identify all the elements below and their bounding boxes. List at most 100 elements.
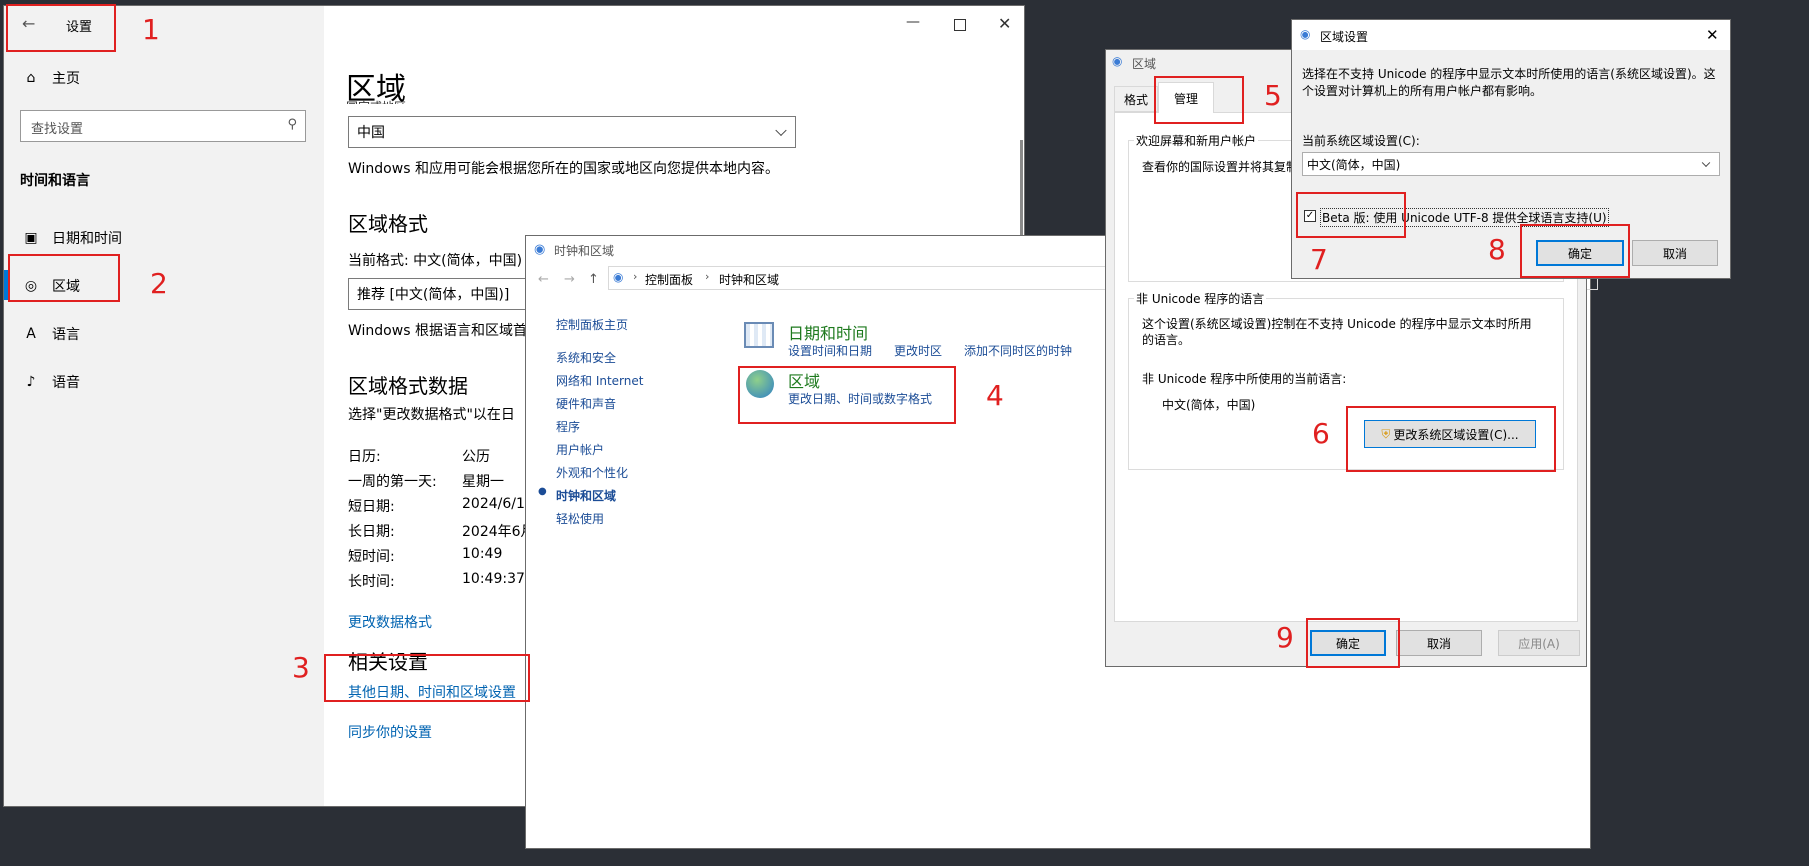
nav-up-icon[interactable]: ↑ xyxy=(588,272,599,287)
calendar-clock-icon: ▣ xyxy=(24,230,38,246)
country-select[interactable]: 中国 xyxy=(348,116,796,148)
unicode-legend: 非 Unicode 程序的语言 xyxy=(1134,290,1267,307)
locale-select-value: 中文(简体，中国) xyxy=(1307,157,1401,172)
annotation-number-5: 5 xyxy=(1264,79,1282,112)
annotation-number-7: 7 xyxy=(1310,243,1328,276)
settings-scrollbar[interactable] xyxy=(1020,140,1023,250)
cp-side-link[interactable]: 轻松使用 xyxy=(556,510,604,527)
format-select-value: 推荐 [中文(简体，中国)] xyxy=(357,287,510,303)
sidebar-item-datetime[interactable]: ▣ 日期和时间 xyxy=(24,228,122,248)
control-panel-icon: ◉ xyxy=(534,242,546,257)
datetime-link-timezone[interactable]: 更改时区 xyxy=(894,342,942,359)
row-calendar-key: 日历: xyxy=(348,449,381,465)
breadcrumb-item[interactable]: 时钟和区域 xyxy=(719,271,779,288)
current-format: 当前格式: 中文(简体，中国) xyxy=(348,253,523,269)
clock-region-title: 时钟和区域 xyxy=(554,244,615,258)
region-cancel-button[interactable]: 取消 xyxy=(1396,630,1482,656)
row-longtime-key: 长时间: xyxy=(348,574,395,590)
region-apply-button[interactable]: 应用(A) xyxy=(1498,630,1580,656)
sidebar-item-label: 语言 xyxy=(52,327,80,343)
language-icon: A xyxy=(26,326,36,342)
chevron-down-icon xyxy=(775,124,787,137)
data-description: 选择"更改数据格式"以在日 xyxy=(348,407,515,423)
annotation-number-4: 4 xyxy=(986,379,1004,412)
address-cp-icon: ◉ xyxy=(613,270,624,284)
tab-format[interactable]: 格式 xyxy=(1114,86,1158,112)
row-longdate-key: 长日期: xyxy=(348,524,395,540)
close-icon[interactable]: ✕ xyxy=(998,14,1011,33)
region-dialog-icon: ◉ xyxy=(1112,54,1123,68)
home-icon: ⌂ xyxy=(26,70,36,86)
sidebar-item-label: 语音 xyxy=(52,375,80,391)
annotation-box-6 xyxy=(1346,406,1556,472)
cp-side-link[interactable]: 网络和 Internet xyxy=(556,372,643,389)
cp-side-link[interactable]: 用户帐户 xyxy=(556,441,604,458)
breadcrumb-sep-icon: › xyxy=(633,270,638,283)
annotation-number-9: 9 xyxy=(1276,621,1294,654)
sidebar-home[interactable]: ⌂ 主页 xyxy=(24,68,80,88)
cp-side-link[interactable]: 系统和安全 xyxy=(556,349,616,366)
format-heading: 区域格式 xyxy=(348,212,428,236)
change-format-link[interactable]: 更改数据格式 xyxy=(348,612,432,632)
region-apply-label: 应用(A) xyxy=(1518,636,1560,651)
annotation-box-9 xyxy=(1306,618,1400,668)
microphone-icon: ♪ xyxy=(26,374,36,390)
sidebar-item-speech[interactable]: ♪ 语音 xyxy=(24,372,80,392)
sync-settings-link[interactable]: 同步你的设置 xyxy=(348,722,432,742)
datetime-title[interactable]: 日期和时间 xyxy=(788,320,868,344)
country-description: Windows 和应用可能会根据您所在的国家或地区向您提供本地内容。 xyxy=(348,161,779,177)
locale-select[interactable]: 中文(简体，中国) xyxy=(1302,152,1720,176)
format-select[interactable]: 推荐 [中文(简体，中国)] xyxy=(348,278,528,310)
row-shortdate-value: 2024/6/15 xyxy=(462,496,534,512)
unicode-description: 这个设置(系统区域设置)控制在不支持 Unicode 的程序中显示文本时所用的语… xyxy=(1142,317,1532,347)
current-language-value: 中文(简体，中国) xyxy=(1162,398,1256,412)
region-dialog-title: 区域 xyxy=(1132,57,1157,71)
locale-current-label: 当前系统区域设置(C): xyxy=(1302,134,1420,148)
locale-dialog-title: 区域设置 xyxy=(1320,30,1369,44)
annotation-box-2 xyxy=(8,254,120,302)
cp-side-link[interactable]: 硬件和声音 xyxy=(556,395,616,412)
current-language-label: 非 Unicode 程序中所使用的当前语言: xyxy=(1142,372,1347,386)
cp-side-link[interactable]: 外观和个性化 xyxy=(556,464,628,481)
annotation-box-3 xyxy=(324,654,530,702)
data-heading: 区域格式数据 xyxy=(348,374,468,398)
locale-cancel-label: 取消 xyxy=(1662,246,1687,261)
annotation-box-5 xyxy=(1154,76,1244,124)
country-value: 中国 xyxy=(357,125,385,141)
annotation-number-6: 6 xyxy=(1312,417,1330,450)
annotation-number-2: 2 xyxy=(150,267,168,300)
locale-close-icon[interactable]: ✕ xyxy=(1706,26,1719,44)
row-calendar-value: 公历 xyxy=(462,449,490,465)
breadcrumb-sep-icon: › xyxy=(705,270,710,283)
locale-cancel-button[interactable]: 取消 xyxy=(1632,240,1718,266)
settings-sidebar: ← 设置 ⌂ 主页 查找设置 ⚲ 时间和语言 ▣ 日期和时间 ◎ 区域 A 语言… xyxy=(4,6,324,806)
country-label: 国家或地区 xyxy=(346,98,406,104)
breadcrumb-item[interactable]: 控制面板 xyxy=(645,271,693,288)
maximize-icon[interactable] xyxy=(954,19,966,31)
row-firstday-key: 一周的第一天: xyxy=(348,474,437,490)
nav-back-icon[interactable]: ← xyxy=(538,272,549,287)
cp-side-link-current[interactable]: 时钟和区域 xyxy=(556,487,616,504)
region-cancel-label: 取消 xyxy=(1426,636,1451,651)
cp-side-link-home[interactable]: 控制面板主页 xyxy=(556,316,628,333)
welcome-text: 查看你的国际设置并将其复制 xyxy=(1142,160,1299,174)
home-label: 主页 xyxy=(52,71,80,87)
search-placeholder: 查找设置 xyxy=(31,122,84,137)
locale-dialog-icon: ◉ xyxy=(1300,27,1311,41)
row-longtime-value: 10:49:37 xyxy=(462,571,525,587)
locale-dialog: ◉ 区域设置 ✕ 选择在不支持 Unicode 的程序中显示文本时所使用的语言(… xyxy=(1292,20,1730,278)
nav-forward-icon[interactable]: → xyxy=(564,272,575,287)
tab-format-label: 格式 xyxy=(1123,92,1148,107)
annotation-box-1 xyxy=(6,4,116,52)
row-shorttime-value: 10:49 xyxy=(462,546,503,562)
minimize-icon[interactable]: — xyxy=(906,14,920,30)
datetime-link-set[interactable]: 设置时间和日期 xyxy=(788,342,872,359)
annotation-box-4 xyxy=(738,366,956,424)
datetime-link-addclock[interactable]: 添加不同时区的时钟 xyxy=(964,342,1072,359)
cp-side-link[interactable]: 程序 xyxy=(556,418,580,435)
search-input[interactable]: 查找设置 ⚲ xyxy=(20,110,306,142)
sidebar-item-language[interactable]: A 语言 xyxy=(24,324,80,344)
sidebar-item-label: 日期和时间 xyxy=(52,231,122,247)
chevron-down-icon xyxy=(1701,158,1711,168)
format-description: Windows 根据语言和区域首选 xyxy=(348,323,541,339)
